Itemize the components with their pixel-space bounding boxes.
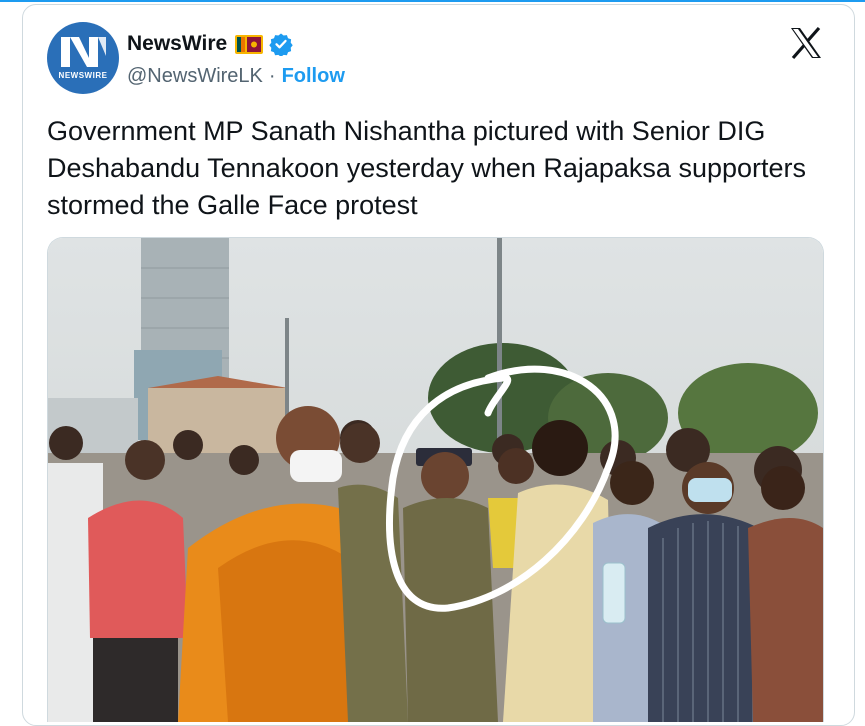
protest-photo-image [48,238,823,722]
author-name-row: NewsWire [127,29,293,59]
separator-dot: · [268,65,276,87]
sri-lanka-flag-icon [235,34,264,54]
follow-button[interactable]: Follow [282,65,345,88]
page: NEWSWIRE NewsWire @NewsWireLK · Follow G… [0,0,865,726]
author-display-name[interactable]: NewsWire [127,32,227,56]
tweet-card[interactable]: NEWSWIRE NewsWire @NewsWireLK · Follow G… [22,4,855,726]
x-logo-icon[interactable] [788,25,824,61]
author-handle[interactable]: @NewsWireLK [127,65,263,88]
tweet-photo[interactable] [47,237,824,722]
top-accent-line [0,0,865,2]
author-handle-row: @NewsWireLK · Follow [127,65,345,88]
newswire-logo-icon [61,37,106,67]
tweet-text: Government MP Sanath Nishantha pictured … [47,116,807,220]
avatar[interactable]: NEWSWIRE [47,22,119,94]
avatar-caption: NEWSWIRE [58,71,108,80]
verified-badge-icon [269,32,293,57]
